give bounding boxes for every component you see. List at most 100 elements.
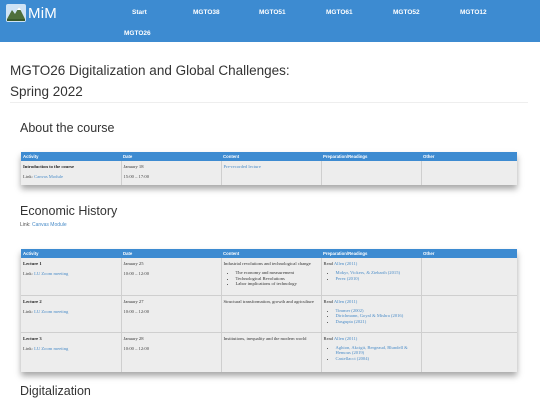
section-heading-economic-history: Economic History [20, 204, 118, 218]
reference-link[interactable]: Dirichmann, Goyal & Mishra (2016) [336, 313, 404, 318]
nav-link-mgto51[interactable]: MGTO51 [259, 9, 286, 16]
canvas-module-link[interactable]: Canvas Module [34, 174, 63, 179]
cell-other [421, 258, 517, 295]
link-prefix: Link: [20, 222, 31, 228]
reference-link[interactable]: Castellacci (2004) [336, 356, 370, 361]
cell-readings: Read Allen (2011) Timmer (2002) Dirichma… [321, 294, 422, 332]
cell-content: Pre-recorded lecture [221, 161, 322, 185]
cell-other [421, 331, 517, 372]
cell-readings [321, 161, 422, 185]
brand-link[interactable]: MiM [6, 3, 57, 23]
reference-list: Timmer (2002) Dirichmann, Goyal & Mishra… [324, 308, 419, 325]
section-heading-digitalization: Digitalization [20, 384, 91, 398]
zoom-meeting-link[interactable]: LU Zoom meeting [34, 346, 68, 351]
read-prefix: Read [323, 261, 333, 266]
cell-activity: Lecture 3 Link: LU Zoom meeting [21, 331, 122, 372]
title-divider [10, 102, 528, 103]
header-content: Content [221, 249, 321, 258]
date-text: January 28 [123, 335, 144, 341]
nav-link-mgto52[interactable]: MGTO52 [393, 9, 420, 16]
date-text: January 25 [123, 261, 144, 266]
date-text: January 18 [123, 164, 144, 169]
time-text: 15:00 – 17:00 [123, 174, 150, 179]
cell-other [421, 294, 517, 332]
header-other: Other [421, 152, 517, 161]
lecture-name: Lecture 2 [23, 298, 42, 304]
reading-link[interactable]: Allen (2011) [334, 261, 357, 266]
reference-link[interactable]: Mokyr, Vickers, & Ziebarth (2015) [336, 270, 401, 275]
cell-content: Institutions, inequality and the modern … [221, 331, 322, 372]
topic-list: The economy and measurement Technologica… [224, 270, 319, 287]
cell-date: January 18 15:00 – 17:00 [121, 161, 222, 185]
header-activity: Activity [21, 249, 121, 258]
cell-content: Structural transformation, growth and ag… [221, 294, 322, 332]
lecture-name: Lecture 3 [23, 335, 42, 341]
cell-date: January 27 10:00 – 12:00 [121, 294, 222, 332]
canvas-module-link[interactable]: Canvas Module [32, 222, 67, 228]
reference-link[interactable]: Dasgupta (2021) [336, 319, 367, 324]
lecture-link-line: Link: LU Zoom meeting [23, 270, 119, 277]
content-text: Structural transformation, growth and ag… [223, 298, 314, 304]
nav-link-start[interactable]: Start [132, 9, 147, 16]
cell-activity: Lecture 1 Link: LU Zoom meeting [21, 258, 122, 295]
read-prefix: Read [323, 335, 333, 341]
nav-link-mgto26[interactable]: MGTO26 [124, 30, 151, 37]
link-prefix: Link: [23, 308, 33, 314]
table-row: Lecture 2 Link: LU Zoom meeting January … [21, 294, 517, 332]
cell-readings: Read Allen (2011) Aghion, Akcigit, Berge… [321, 331, 422, 372]
list-item: Labor implications of technology [236, 281, 319, 287]
mountain-logo-icon [6, 4, 26, 22]
link-prefix: Link: [23, 174, 33, 179]
table-row: Lecture 3 Link: LU Zoom meeting January … [21, 331, 517, 372]
read-prefix: Read [323, 298, 333, 304]
cell-activity: Introduction to the course Link: Canvas … [21, 161, 122, 185]
link-prefix: Link: [23, 271, 33, 276]
lecture-link-line: Link: LU Zoom meeting [23, 308, 119, 315]
about-table: Activity Date Content Preparation/Readin… [21, 152, 517, 185]
content-text: Industrial revolutions and technological… [223, 261, 311, 266]
page-title-line2: Spring 2022 [10, 84, 83, 99]
zoom-meeting-link[interactable]: LU Zoom meeting [34, 309, 68, 314]
reference-link[interactable]: Perez (2010) [336, 276, 360, 281]
lecture-name: Lecture 1 [23, 261, 42, 266]
brand-name: MiM [28, 4, 57, 22]
cell-date: January 28 10:00 – 12:00 [121, 331, 222, 372]
cell-activity: Lecture 2 Link: LU Zoom meeting [21, 294, 122, 332]
nav-link-mgto61[interactable]: MGTO61 [326, 9, 353, 16]
section-heading-about: About the course [20, 121, 115, 135]
read-line: Read Allen (2011) [324, 298, 419, 305]
nav-link-mgto38[interactable]: MGTO38 [193, 9, 220, 16]
table-row: Lecture 1 Link: LU Zoom meeting January … [21, 258, 517, 295]
link-prefix: Link: [23, 345, 33, 351]
section-link-line: Link: Canvas Module [20, 222, 67, 228]
header-date: Date [121, 152, 221, 161]
reference-link[interactable]: Timmer (2002) [336, 308, 364, 313]
cell-readings: Read Allen (2011) Mokyr, Vickers, & Zieb… [321, 258, 422, 295]
prerecorded-lecture-link[interactable]: Pre-recorded lecture [224, 164, 261, 169]
reading-link[interactable]: Allen (2011) [334, 299, 357, 304]
cell-other [421, 161, 517, 185]
time-text: 10:00 – 12:00 [123, 271, 150, 276]
header-activity: Activity [21, 152, 121, 161]
table-header-row: Activity Date Content Preparation/Readin… [21, 152, 517, 161]
table-header-row: Activity Date Content Preparation/Readin… [21, 249, 517, 258]
reference-list: Aghion, Akcigit, Bergeaud, Blundell & He… [324, 345, 419, 362]
time-text: 10:00 – 12:00 [123, 308, 150, 314]
lecture-link-line: Link: LU Zoom meeting [23, 345, 119, 352]
header-other: Other [421, 249, 517, 258]
header-date: Date [121, 249, 221, 258]
economic-history-table: Activity Date Content Preparation/Readin… [21, 249, 517, 372]
top-navbar: MiM Start MGTO38 MGTO51 MGTO61 MGTO52 MG… [0, 0, 540, 42]
reference-link[interactable]: Aghion, Akcigit, Bergeaud, Blundell & He… [336, 345, 408, 356]
time-text: 10:00 – 12:00 [123, 345, 150, 351]
header-readings: Preparation/Readings [321, 249, 421, 258]
activity-link-line: Link: Canvas Module [23, 173, 119, 180]
content-text: Institutions, inequality and the modern … [223, 335, 307, 341]
cell-content: Industrial revolutions and technological… [221, 258, 322, 295]
cell-date: January 25 10:00 – 12:00 [121, 258, 222, 295]
reading-link[interactable]: Allen (2011) [334, 336, 357, 341]
nav-link-mgto12[interactable]: MGTO12 [460, 9, 487, 16]
header-content: Content [221, 152, 321, 161]
activity-name: Introduction to the course [23, 164, 75, 169]
zoom-meeting-link[interactable]: LU Zoom meeting [34, 271, 68, 276]
